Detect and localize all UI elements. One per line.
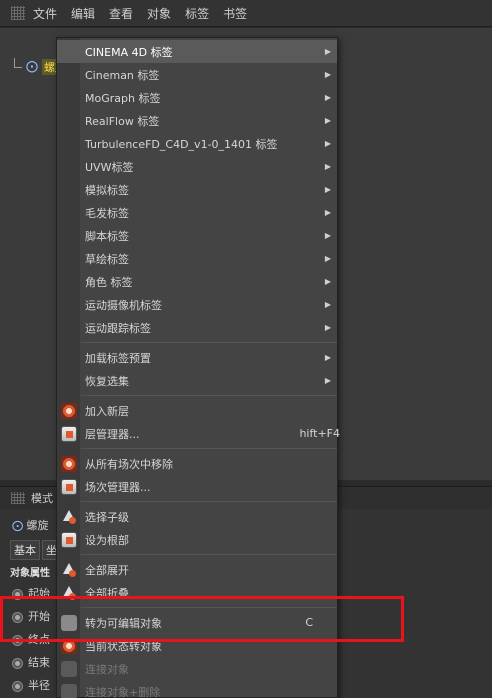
menu-item-load-tag-preset[interactable]: 加载标签预置 ▶ xyxy=(57,346,337,369)
select-children-icon xyxy=(61,509,77,525)
attribute-object-label: 螺旋 xyxy=(26,519,49,532)
menu-item-expand-all[interactable]: 全部展开 xyxy=(57,558,337,581)
menu-edit[interactable]: 编辑 xyxy=(71,5,95,22)
attribute-mode-label[interactable]: 模式 xyxy=(31,490,53,506)
menu-item-motion-camera-tags[interactable]: 运动摄像机标签 ▶ xyxy=(57,293,337,316)
context-menu: CINEMA 4D 标签 ▶ Cineman 标签 ▶ MoGraph 标签 ▶ Re… xyxy=(56,37,340,698)
take-remove-icon xyxy=(61,455,77,472)
menu-item-script-tags[interactable]: 脚本标签 ▶ xyxy=(57,224,337,247)
menu-item-collapse-all[interactable]: 全部折叠 xyxy=(57,581,337,604)
menu-objects[interactable]: 对象 xyxy=(147,5,171,22)
helix-icon: ⨀ xyxy=(12,519,23,532)
submenu-arrow-icon: ▶ xyxy=(324,208,331,217)
menu-item-sketch-tags[interactable]: 草绘标签 ▶ xyxy=(57,247,337,270)
menu-item-set-as-root[interactable]: 设为根部 xyxy=(57,528,337,551)
submenu-arrow-icon: ▶ xyxy=(324,254,331,263)
menu-separator xyxy=(81,554,337,555)
menu-separator xyxy=(81,448,337,449)
submenu-arrow-icon: ▶ xyxy=(324,162,331,171)
helix-icon: ⨀ xyxy=(26,59,38,73)
tab-basic[interactable]: 基本 xyxy=(10,540,40,560)
submenu-arrow-icon: ▶ xyxy=(324,93,331,102)
layer-add-icon xyxy=(61,402,77,419)
menu-item-connect-objects-delete[interactable]: 连接对象+删除 xyxy=(57,680,337,698)
menu-separator xyxy=(81,395,337,396)
submenu-arrow-icon: ▶ xyxy=(324,376,331,385)
menu-item-cinema4d-tags[interactable]: CINEMA 4D 标签 ▶ xyxy=(57,40,337,63)
attr-row-end[interactable]: 结束 xyxy=(12,654,50,670)
menu-separator xyxy=(81,342,337,343)
submenu-arrow-icon: ▶ xyxy=(324,116,331,125)
menu-item-character-tags[interactable]: 角色 标签 ▶ xyxy=(57,270,337,293)
menu-item-restore-selection[interactable]: 恢复选集 ▶ xyxy=(57,369,337,392)
radio-icon xyxy=(12,588,23,600)
menu-item-mograph-tags[interactable]: MoGraph 标签 ▶ xyxy=(57,86,337,109)
layer-manager-icon xyxy=(61,425,77,442)
submenu-arrow-icon: ▶ xyxy=(324,323,331,332)
submenu-arrow-icon: ▶ xyxy=(324,300,331,309)
attr-row-start[interactable]: 起始 xyxy=(12,585,50,601)
submenu-arrow-icon: ▶ xyxy=(324,231,331,240)
connect-icon xyxy=(61,660,77,677)
menu-item-connect-objects[interactable]: 连接对象 xyxy=(57,657,337,680)
menu-tags[interactable]: 标签 xyxy=(185,5,209,22)
menu-item-take-manager[interactable]: 场次管理器... xyxy=(57,475,337,498)
tree-line xyxy=(14,58,22,68)
menu-item-add-new-layer[interactable]: 加入新层 xyxy=(57,399,337,422)
attr-row-end-point[interactable]: 终点 xyxy=(12,631,50,647)
menu-separator xyxy=(81,501,337,502)
section-title: 对象属性 xyxy=(10,568,50,579)
attribute-object-row: ⨀ 螺旋 xyxy=(12,517,49,533)
menu-item-motion-tracking-tags[interactable]: 运动跟踪标签 ▶ xyxy=(57,316,337,339)
take-manager-icon xyxy=(61,478,77,495)
submenu-arrow-icon: ▶ xyxy=(324,47,331,56)
set-root-icon xyxy=(61,531,77,548)
radio-icon xyxy=(12,611,23,623)
submenu-arrow-icon: ▶ xyxy=(324,277,331,286)
attr-row-radius[interactable]: 半径 xyxy=(12,677,50,693)
menu-view[interactable]: 查看 xyxy=(109,5,133,22)
menu-item-uvw-tags[interactable]: UVW标签 ▶ xyxy=(57,155,337,178)
submenu-arrow-icon: ▶ xyxy=(324,70,331,79)
menu-item-hair-tags[interactable]: 毛发标签 ▶ xyxy=(57,201,337,224)
menubar: 文件 编辑 查看 对象 标签 书签 xyxy=(0,0,492,27)
radio-icon xyxy=(12,657,23,669)
connect-delete-icon xyxy=(61,683,77,698)
menu-item-select-children[interactable]: 选择子级 xyxy=(57,505,337,528)
submenu-arrow-icon: ▶ xyxy=(324,353,331,362)
make-editable-icon xyxy=(61,614,77,631)
grip-icon xyxy=(11,492,25,504)
menu-item-make-editable[interactable]: 转为可编辑对象 C xyxy=(57,611,337,634)
attr-row-begin[interactable]: 开始 xyxy=(12,608,50,624)
submenu-arrow-icon: ▶ xyxy=(324,185,331,194)
menu-item-realflow-tags[interactable]: RealFlow 标签 ▶ xyxy=(57,109,337,132)
menu-item-layer-manager[interactable]: 层管理器... hift+F4 xyxy=(57,422,340,445)
menu-file[interactable]: 文件 xyxy=(33,5,57,22)
menu-item-current-state-to-object[interactable]: 当前状态转对象 xyxy=(57,634,337,657)
expand-all-icon xyxy=(61,562,77,578)
menu-separator xyxy=(81,607,337,608)
menu-item-turbulencefd-tags[interactable]: TurbulenceFD_C4D_v1-0_1401 标签 ▶ xyxy=(57,132,337,155)
submenu-arrow-icon: ▶ xyxy=(324,139,331,148)
menu-bookmarks[interactable]: 书签 xyxy=(223,5,247,22)
collapse-all-icon xyxy=(61,585,77,601)
menu-item-simulation-tags[interactable]: 模拟标签 ▶ xyxy=(57,178,337,201)
radio-icon xyxy=(12,680,23,692)
current-state-icon xyxy=(61,637,77,654)
radio-icon xyxy=(12,634,23,646)
menu-item-cineman-tags[interactable]: Cineman 标签 ▶ xyxy=(57,63,337,86)
grip-icon xyxy=(11,6,25,20)
menu-item-remove-from-takes[interactable]: 从所有场次中移除 xyxy=(57,452,337,475)
